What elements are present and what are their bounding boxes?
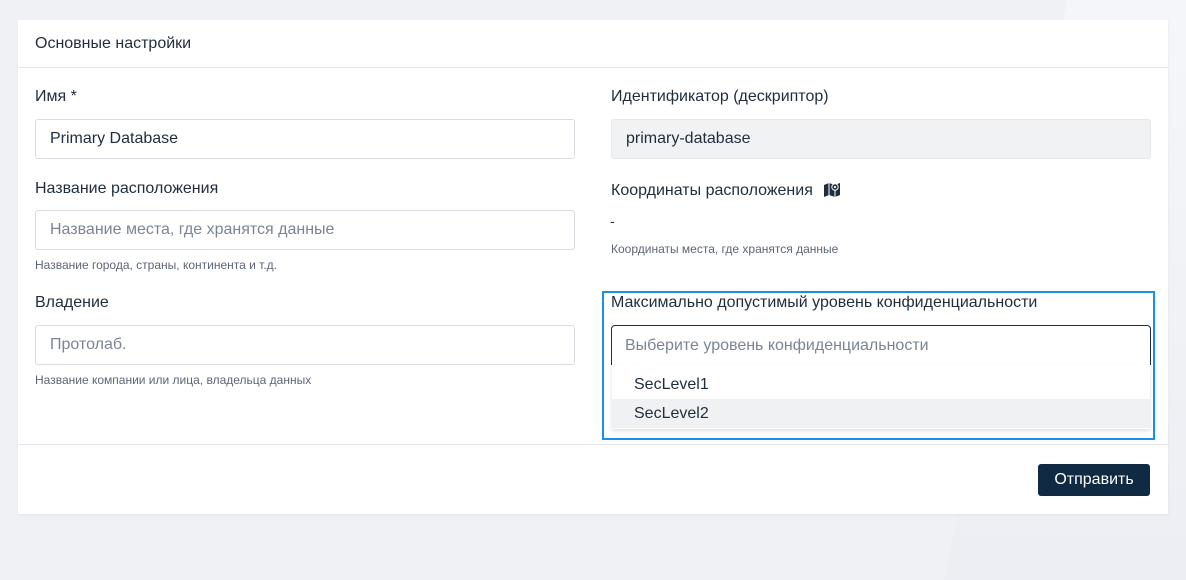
ownership-input[interactable] [35,325,575,365]
card-footer: Отправить [18,444,1168,515]
confidentiality-dropdown: SecLevel1 SecLevel2 [612,365,1150,429]
settings-card: Основные настройки Имя * Идентификатор (… [18,20,1168,514]
location-name-input[interactable] [35,210,575,250]
coordinates-hint: Координаты места, где хранятся данные [611,242,839,256]
card-header: Основные настройки [18,20,1168,68]
name-label: Имя * [35,88,77,105]
name-input[interactable] [35,119,575,159]
coordinates-label-row: Координаты расположения [611,181,841,202]
location-name-hint: Название города, страны, континента и т.… [35,258,277,272]
ownership-label: Владение [35,294,109,311]
card-title: Основные настройки [35,34,192,52]
ownership-hint: Название компании или лица, владельца да… [35,373,312,387]
confidentiality-label: Максимально допустимый уровень конфиденц… [611,294,1038,311]
identifier-input [611,119,1151,159]
confidentiality-select[interactable]: Выберите уровень конфиденциальности [611,325,1151,365]
map-marker-icon[interactable] [823,181,841,202]
coordinates-value: - [610,213,615,229]
location-name-label: Название расположения [35,180,219,197]
submit-button[interactable]: Отправить [1038,464,1150,496]
identifier-label: Идентификатор (дескриптор) [611,88,829,105]
coordinates-label: Координаты расположения [611,182,813,199]
option-seclevel2[interactable]: SecLevel2 [612,399,1150,428]
option-seclevel1[interactable]: SecLevel1 [612,370,1150,399]
